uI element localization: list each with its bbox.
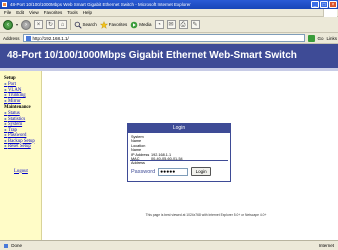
favorites-label: Favorites [108,22,128,27]
mail-button[interactable]: ✉ [166,20,176,29]
login-panel: Login System Name Location Name IP Addre… [127,123,231,182]
ie-app-icon [2,2,7,7]
go-button[interactable]: Go [318,36,324,41]
address-input[interactable]: http://192.168.1.1/ [22,34,305,42]
search-label: Search [82,22,97,27]
menu-favorites[interactable]: Favorites [44,9,63,16]
address-label: Address [3,35,20,41]
address-bar: Address http://192.168.1.1/ Go Links [0,33,338,44]
page-banner: 48-Port 10/100/1000Mbps Gigabit Ethernet… [0,44,338,68]
menu-bar: File Edit View Favorites Tools Help [0,9,338,17]
windows-logo-icon [323,9,337,17]
menu-edit[interactable]: Edit [16,9,24,16]
bullet-arrow-icon: ► [4,111,8,115]
star-icon [99,20,108,29]
login-button[interactable]: Login [191,167,212,176]
bullet-arrow-icon: ► [4,98,8,103]
page-done-icon [4,243,8,248]
print-button[interactable]: ⎙ [178,20,188,29]
media-label: Media [139,22,152,27]
login-title: Login [128,124,230,133]
main-panel: Login System Name Location Name IP Addre… [43,71,338,240]
minimize-button[interactable]: _ [311,1,319,8]
menu-tools[interactable]: Tools [67,9,78,16]
stop-button[interactable]: × [34,20,44,29]
info-row-location-name: Location Name [131,143,146,153]
forward-button[interactable]: › [21,19,32,30]
toolbar-separator [70,19,71,30]
sidebar: Setup ►Port ►VLAN ►Trunking ►Mirror Main… [0,71,42,240]
password-row: Password ●●●●● Login [131,167,212,176]
window-controls: _ □ × [311,1,337,8]
back-button[interactable]: ‹ [3,19,13,30]
media-icon [130,21,138,28]
menu-file[interactable]: File [4,9,11,16]
close-button[interactable]: × [329,1,337,8]
refresh-button[interactable]: ↻ [46,20,56,29]
edit-button[interactable]: ✎ [190,20,200,29]
bullet-arrow-icon: ► [4,122,8,126]
bullet-arrow-icon: ► [4,82,8,86]
window-title: 48-Port 10/100/1000Mbps Web Smart Gigabi… [10,2,191,7]
status-text: Done [11,243,23,248]
page-icon [25,35,31,41]
device-info-table: System Name Location Name IP Address 192… [131,135,230,166]
bullet-arrow-icon: ► [4,144,8,148]
toolbar: ‹ ▾ › × ↻ ⌂ Search Favorites Media ◔ ✉ ⎙… [0,17,338,33]
status-bar: Done Internet [0,240,338,249]
window-title-bar: 48-Port 10/100/1000Mbps Web Smart Gigabi… [0,0,338,9]
password-label: Password [131,168,156,175]
home-button[interactable]: ⌂ [58,20,68,29]
address-url: http://192.168.1.1/ [32,35,69,41]
search-icon [74,21,82,29]
bullet-arrow-icon: ► [4,133,8,137]
history-button[interactable]: ◔ [154,20,164,29]
password-input[interactable]: ●●●●● [158,167,189,176]
menu-help[interactable]: Help [83,9,92,16]
logout-link[interactable]: Logout [14,169,28,174]
maximize-button[interactable]: □ [320,1,328,8]
sidebar-item-mirror[interactable]: ►Mirror [4,99,41,105]
page-content: 48-Port 10/100/1000Mbps Gigabit Ethernet… [0,44,338,240]
bullet-arrow-icon: ► [4,116,8,121]
media-button[interactable]: Media [130,21,152,29]
info-row-system-name: System Name [131,135,144,144]
login-divider [130,160,228,161]
back-dropdown-icon[interactable]: ▾ [16,22,18,27]
links-button[interactable]: Links [327,36,338,41]
bullet-arrow-icon: ► [4,87,8,92]
go-arrow-icon[interactable] [307,34,315,42]
info-row-mac-address: MAC Address 00-40-05-60-01-54 [131,157,183,166]
favorites-button[interactable]: Favorites [99,20,128,29]
bullet-arrow-icon: ► [4,127,8,132]
menu-view[interactable]: View [29,9,39,16]
sidebar-item-reset-setup[interactable]: ►Reset Setup [4,144,41,150]
browser-recommendation-note: This page is best viewed at 1024x768 wit… [145,213,267,217]
search-button[interactable]: Search [74,21,97,29]
bullet-arrow-icon: ► [4,93,8,97]
bullet-arrow-icon: ► [4,138,8,143]
